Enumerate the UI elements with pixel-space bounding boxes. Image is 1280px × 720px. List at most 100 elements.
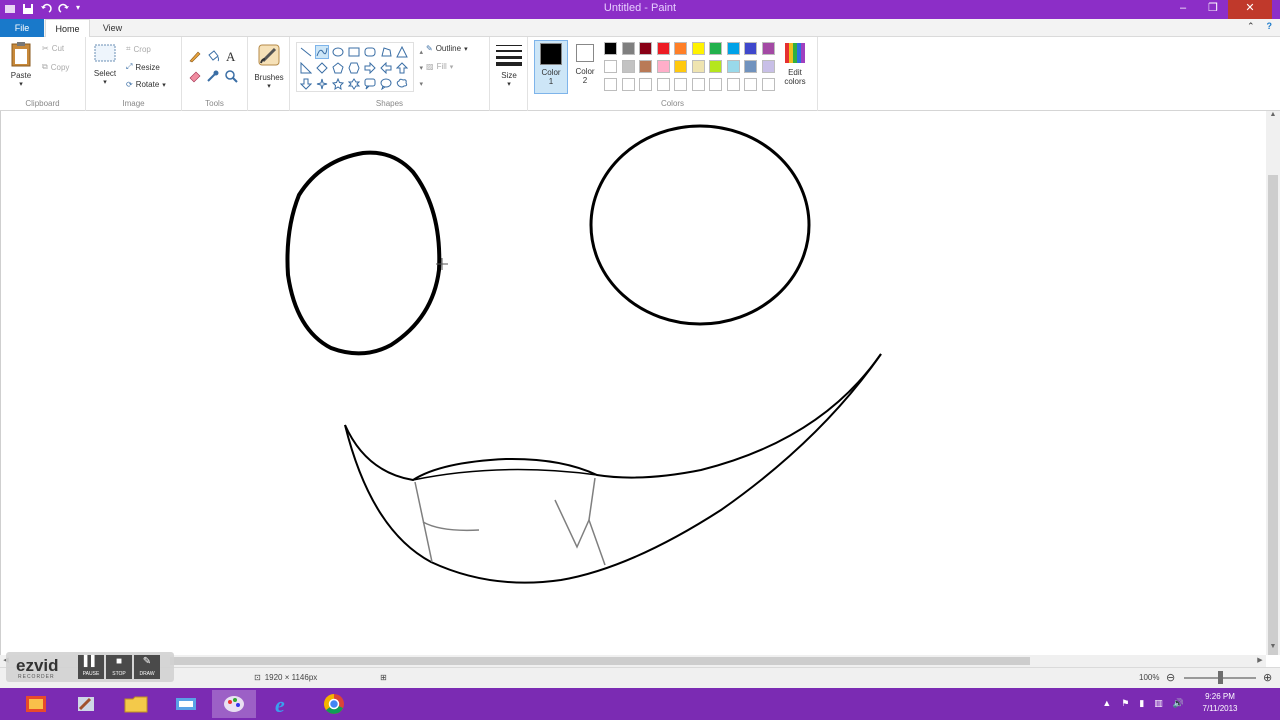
rounded-rectangle-shape-icon[interactable] bbox=[364, 46, 376, 58]
paste-button[interactable]: Paste ▾ bbox=[4, 41, 38, 88]
minimize-ribbon-icon[interactable]: ⌃ bbox=[1247, 21, 1255, 32]
palette-swatch[interactable] bbox=[639, 78, 652, 91]
pentagon-shape-icon[interactable] bbox=[332, 62, 344, 74]
five-point-star-shape-icon[interactable] bbox=[331, 77, 345, 91]
palette-swatch[interactable] bbox=[691, 78, 705, 91]
chrome-icon[interactable] bbox=[312, 690, 356, 718]
palette-swatch[interactable] bbox=[709, 60, 722, 73]
crop-button[interactable]: ⌗ Crop bbox=[126, 44, 151, 54]
cloud-callout-shape-icon[interactable] bbox=[396, 78, 408, 90]
pencil-icon[interactable] bbox=[188, 49, 202, 63]
horizontal-scroll-thumb[interactable] bbox=[170, 657, 1030, 665]
restore-button[interactable]: ❐ bbox=[1198, 0, 1228, 19]
line-shape-icon[interactable] bbox=[300, 46, 312, 58]
curve-shape-icon[interactable] bbox=[315, 45, 329, 59]
color2-selector[interactable]: Color 2 bbox=[568, 40, 602, 94]
oval-shape-icon[interactable] bbox=[332, 46, 344, 58]
palette-swatch[interactable] bbox=[639, 42, 652, 55]
palette-swatch[interactable] bbox=[726, 78, 740, 91]
select-button[interactable]: Select ▾ bbox=[90, 43, 120, 86]
right-arrow-shape-icon[interactable] bbox=[364, 61, 376, 75]
draw-button[interactable]: ✎ DRAW bbox=[134, 655, 160, 679]
triangle-shape-icon[interactable] bbox=[396, 45, 408, 58]
scroll-down-icon[interactable]: ▼ bbox=[1266, 643, 1280, 655]
palette-swatch[interactable] bbox=[674, 42, 687, 55]
edit-colors-button[interactable]: Edit colors bbox=[778, 42, 812, 86]
palette-swatch[interactable] bbox=[691, 42, 705, 55]
palette-swatch[interactable] bbox=[709, 42, 722, 55]
rounded-callout-shape-icon[interactable] bbox=[364, 78, 376, 90]
outline-button[interactable]: ✎ Outline ▾ bbox=[426, 44, 468, 53]
eraser-icon[interactable] bbox=[188, 69, 202, 83]
zoom-out-button[interactable]: ⊖ bbox=[1166, 671, 1175, 684]
copy-button[interactable]: ⧉ Copy bbox=[42, 62, 69, 72]
palette-swatch[interactable] bbox=[691, 60, 705, 73]
rotate-button[interactable]: ⟳ Rotate ▾ bbox=[126, 80, 166, 89]
palette-swatch[interactable] bbox=[726, 42, 740, 55]
vertical-scrollbar[interactable]: ▲ ▼ bbox=[1266, 111, 1280, 655]
right-triangle-shape-icon[interactable] bbox=[300, 61, 313, 74]
palette-swatch[interactable] bbox=[744, 78, 757, 91]
file-explorer-icon[interactable] bbox=[114, 690, 158, 718]
fill-button[interactable]: ▨ Fill ▾ bbox=[426, 62, 453, 71]
palette-swatch[interactable] bbox=[674, 60, 687, 73]
palette-swatch[interactable] bbox=[761, 78, 775, 91]
oval-callout-shape-icon[interactable] bbox=[380, 78, 392, 91]
tab-view[interactable]: View bbox=[90, 19, 135, 37]
zoom-slider-knob[interactable] bbox=[1218, 671, 1223, 684]
paint-app-icon[interactable] bbox=[164, 690, 208, 718]
recorder-app-icon[interactable] bbox=[14, 690, 58, 718]
palette-swatch[interactable] bbox=[656, 42, 670, 55]
network-icon[interactable]: ▥ bbox=[1154, 698, 1163, 709]
volume-icon[interactable]: 🔊 bbox=[1173, 698, 1184, 709]
diamond-shape-icon[interactable] bbox=[316, 62, 328, 74]
palette-swatch[interactable] bbox=[621, 60, 635, 73]
palette-swatch[interactable] bbox=[726, 60, 740, 73]
size-button[interactable]: Size ▾ bbox=[494, 43, 524, 88]
stop-button[interactable]: ■ STOP bbox=[106, 655, 132, 679]
fill-bucket-icon[interactable] bbox=[206, 49, 220, 63]
palette-swatch[interactable] bbox=[604, 78, 617, 91]
hexagon-shape-icon[interactable] bbox=[348, 62, 360, 74]
vertical-scroll-thumb[interactable] bbox=[1268, 175, 1278, 655]
polygon-shape-icon[interactable] bbox=[380, 46, 392, 58]
color1-selector[interactable]: Color 1 bbox=[534, 40, 568, 94]
zoom-in-button[interactable]: ⊕ bbox=[1263, 671, 1272, 684]
paint-brush-app-icon[interactable] bbox=[64, 690, 108, 718]
palette-swatch[interactable] bbox=[761, 42, 775, 55]
cut-button[interactable]: ✂ Cut bbox=[42, 44, 64, 53]
tab-file[interactable]: File bbox=[0, 19, 44, 37]
minimize-button[interactable]: – bbox=[1168, 0, 1198, 19]
left-arrow-shape-icon[interactable] bbox=[380, 61, 392, 75]
flag-icon[interactable]: ⚑ bbox=[1121, 698, 1129, 709]
help-icon[interactable]: ? bbox=[1267, 21, 1273, 32]
show-hidden-icons-icon[interactable]: ▲ bbox=[1102, 698, 1111, 709]
palette-swatch[interactable] bbox=[744, 60, 757, 73]
pause-button[interactable]: ▌▌ PAUSE bbox=[78, 655, 104, 679]
tab-home[interactable]: Home bbox=[45, 19, 90, 37]
four-point-star-shape-icon[interactable] bbox=[316, 78, 328, 90]
palette-swatch[interactable] bbox=[744, 42, 757, 55]
close-button[interactable]: ✕ bbox=[1228, 0, 1272, 19]
rectangle-shape-icon[interactable] bbox=[348, 46, 360, 58]
palette-swatch[interactable] bbox=[761, 60, 775, 73]
palette-swatch[interactable] bbox=[709, 78, 722, 91]
scroll-right-icon[interactable]: ▶ bbox=[1254, 655, 1266, 667]
palette-swatch[interactable] bbox=[604, 42, 617, 55]
paint-active-app-icon[interactable] bbox=[212, 690, 256, 718]
six-point-star-shape-icon[interactable] bbox=[347, 78, 361, 90]
palette-swatch[interactable] bbox=[656, 60, 670, 73]
magnifier-icon[interactable] bbox=[224, 69, 238, 83]
scroll-up-icon[interactable]: ▲ bbox=[1266, 111, 1280, 123]
drawing-canvas[interactable] bbox=[0, 111, 1266, 655]
palette-swatch[interactable] bbox=[656, 78, 670, 91]
palette-swatch[interactable] bbox=[621, 42, 635, 55]
color-picker-icon[interactable] bbox=[206, 69, 220, 83]
horizontal-scrollbar[interactable]: ◀ ▶ bbox=[0, 655, 1266, 667]
shapes-scroll-icon[interactable]: ▴ ▾ ▾ bbox=[419, 45, 423, 93]
internet-explorer-icon[interactable]: e bbox=[262, 690, 306, 718]
brushes-button[interactable]: Brushes ▾ bbox=[251, 41, 287, 90]
palette-swatch[interactable] bbox=[639, 60, 652, 73]
palette-swatch[interactable] bbox=[621, 78, 635, 91]
palette-swatch[interactable] bbox=[674, 78, 687, 91]
